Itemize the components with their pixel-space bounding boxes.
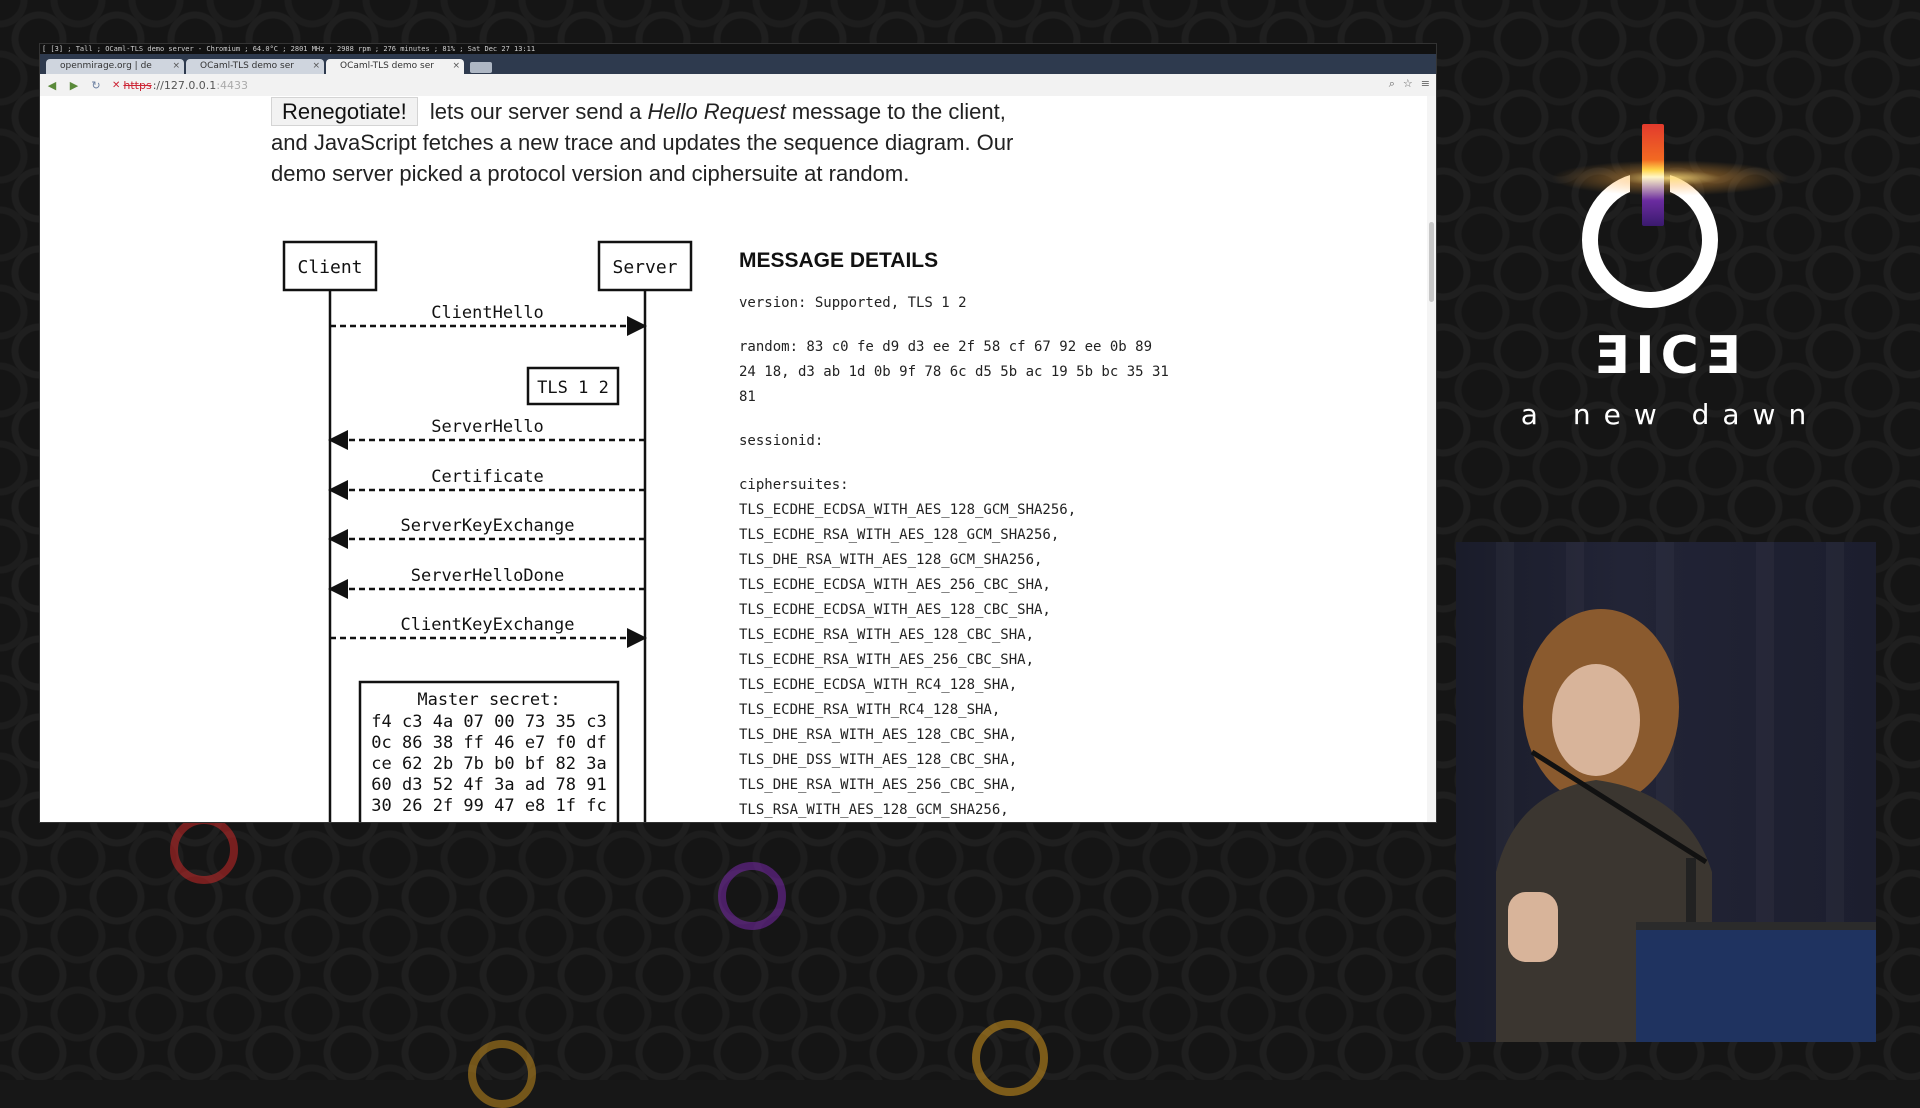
master-secret-line: 30 26 2f 99 47 e8 1f fc: [371, 796, 606, 816]
ciphersuite-item: TLS_ECDHE_RSA_WITH_AES_128_GCM_SHA256,: [739, 527, 1060, 543]
message-label: ServerHello: [431, 417, 544, 437]
sessionid-field: sessionid:: [739, 433, 824, 449]
forward-arrow-icon[interactable]: ▶: [68, 79, 80, 92]
random-line: 81: [739, 389, 756, 405]
message-details-title: MESSAGE DETAILS: [739, 249, 939, 272]
ciphersuite-item: TLS_ECDHE_RSA_WITH_RC4_128_SHA,: [739, 702, 1001, 718]
tab-strip: openmirage.org | de × OCaml-TLS demo ser…: [40, 54, 1436, 74]
logo-glow: [1550, 160, 1790, 196]
message-label: ClientHello: [431, 303, 544, 323]
browser-toolbar: ◀ ▶ ↻ ✕ https ://127.0.0.1 :4433 ⌕ ☆ ≡: [40, 74, 1436, 97]
address-bar[interactable]: ✕ https ://127.0.0.1 :4433: [112, 79, 248, 92]
bookmark-star-icon[interactable]: ☆: [1403, 77, 1413, 91]
ciphersuite-item: TLS_ECDHE_ECDSA_WITH_AES_256_CBC_SHA,: [739, 577, 1051, 593]
renegotiate-button[interactable]: Renegotiate!: [271, 97, 418, 126]
ciphersuite-item: TLS_ECDHE_ECDSA_WITH_RC4_128_SHA,: [739, 677, 1018, 693]
random-line: random: 83 c0 fe d9 d3 ee 2f 58 cf 67 92…: [739, 339, 1153, 355]
tab-title: OCaml-TLS demo ser: [200, 61, 294, 71]
tab-title: OCaml-TLS demo ser: [340, 61, 434, 71]
speaker-video-feed: [1456, 542, 1876, 1042]
browser-tab-openmirage[interactable]: openmirage.org | de ×: [46, 59, 184, 74]
master-secret-line: ce 62 2b 7b b0 bf 82 3a: [371, 754, 606, 774]
client-actor-label: Client: [297, 257, 362, 278]
server-actor-box: [597, 240, 693, 292]
tab-close-icon[interactable]: ×: [172, 59, 180, 74]
ciphersuites-label: ciphersuites:: [739, 477, 849, 493]
master-secret-line: 0c 86 38 ff 46 e7 f0 df: [371, 733, 606, 753]
browser-tab-ocaml-tls-active[interactable]: OCaml-TLS demo ser ×: [326, 59, 464, 74]
tab-close-icon[interactable]: ×: [452, 59, 460, 74]
power-bar-icon: [1642, 124, 1664, 226]
insecure-lock-icon: ✕: [112, 79, 121, 91]
browser-tab-ocaml-tls-1[interactable]: OCaml-TLS demo ser ×: [186, 59, 324, 74]
ciphersuite-item: TLS_DHE_RSA_WITH_AES_256_CBC_SHA,: [739, 777, 1018, 793]
url-host: ://127.0.0.1: [152, 78, 217, 92]
speaker-figure: [1496, 609, 1876, 1042]
ciphersuite-item: TLS_ECDHE_RSA_WITH_AES_256_CBC_SHA,: [739, 652, 1035, 668]
page-viewport: Renegotiate! lets our server send a Hell…: [40, 96, 1436, 822]
tab-close-icon[interactable]: ×: [312, 59, 320, 74]
ciphersuite-item: TLS_ECDHE_ECDSA_WITH_AES_128_GCM_SHA256,: [739, 502, 1077, 518]
master-secret-box: [358, 680, 620, 822]
message-label: ClientKeyExchange: [401, 615, 575, 635]
protocol-version-label: TLS 1 2: [537, 378, 609, 398]
ciphersuite-item: TLS_DHE_DSS_WITH_AES_128_CBC_SHA,: [739, 752, 1018, 768]
message-label: ServerKeyExchange: [401, 516, 575, 536]
client-actor-box: [282, 240, 378, 292]
master-secret-title: Master secret:: [417, 690, 560, 710]
ciphersuite-item: TLS_DHE_RSA_WITH_AES_128_GCM_SHA256,: [739, 552, 1043, 568]
random-field: random: 83 c0 fe d9 d3 ee 2f 58 cf 67 92…: [739, 335, 1299, 410]
zoom-icon[interactable]: ⌕: [1389, 77, 1395, 91]
master-secret-line: f4 c3 4a 07 00 73 35 c3: [371, 712, 606, 732]
protocol-version-box: [526, 366, 620, 406]
url-scheme: https: [123, 78, 152, 92]
back-arrow-icon[interactable]: ◀: [46, 79, 58, 92]
tab-title: openmirage.org | de: [60, 61, 152, 71]
menu-icon[interactable]: ≡: [1421, 77, 1430, 91]
ciphersuites-list: TLS_ECDHE_ECDSA_WITH_AES_128_GCM_SHA256,…: [739, 498, 1299, 822]
intro-text-emphasis: Hello Request: [647, 99, 786, 124]
master-secret-line: 60 d3 52 4f 3a ad 78 91: [371, 775, 606, 795]
ciphersuite-item: TLS_DHE_RSA_WITH_AES_128_CBC_SHA,: [739, 727, 1018, 743]
scrollbar-thumb[interactable]: [1429, 222, 1434, 302]
new-tab-button[interactable]: [470, 62, 492, 73]
decorative-purple-ring: [718, 862, 786, 930]
random-line: 24 18, d3 ab 1d 0b 9f 78 6c d5 5b ac 19 …: [739, 364, 1169, 380]
version-field: version: Supported, TLS 1 2: [739, 295, 967, 311]
browser-window: [ [3] ; Tall ; OCaml-TLS demo server - C…: [40, 44, 1436, 822]
system-status-bar: [ [3] ; Tall ; OCaml-TLS demo server - C…: [40, 44, 1436, 54]
server-actor-label: Server: [612, 257, 677, 278]
intro-paragraph: Renegotiate! lets our server send a Hell…: [271, 96, 1031, 189]
message-label: Certificate: [431, 467, 544, 487]
decorative-red-ring: [170, 816, 238, 884]
logo-tagline: a new dawn: [1520, 398, 1820, 431]
decorative-gold-ring: [972, 1020, 1048, 1096]
ciphersuite-item: TLS_RSA_WITH_AES_128_GCM_SHA256,: [739, 802, 1009, 818]
reload-icon[interactable]: ↻: [90, 79, 102, 92]
logo-wordmark: ƎICƎ: [1593, 326, 1747, 386]
intro-text-1: lets our server send a: [423, 99, 648, 124]
ciphersuite-item: TLS_ECDHE_RSA_WITH_AES_128_CBC_SHA,: [739, 627, 1035, 643]
page-scrollbar[interactable]: [1427, 96, 1436, 822]
url-port: :4433: [216, 78, 249, 92]
message-label: ServerHelloDone: [411, 566, 565, 586]
decorative-gold-ring-2: [468, 1040, 536, 1108]
conference-logo: ƎICƎ a new dawn: [1520, 120, 1820, 450]
ciphersuite-item: TLS_ECDHE_ECDSA_WITH_AES_128_CBC_SHA,: [739, 602, 1051, 618]
message-details-panel: MESSAGE DETAILS version: Supported, TLS …: [739, 249, 1299, 822]
